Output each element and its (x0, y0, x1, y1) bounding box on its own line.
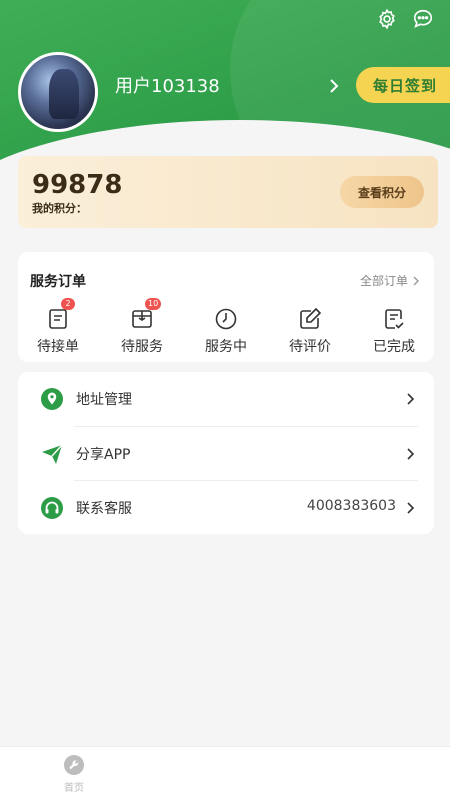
menu-item-customer-service[interactable]: 联系客服 4008383603 (18, 481, 434, 535)
chevron-right-icon[interactable] (328, 78, 340, 94)
view-points-button[interactable]: 查看积分 (340, 176, 424, 208)
menu-item-share-app[interactable]: 分享APP (18, 427, 434, 481)
chevron-right-icon (406, 391, 416, 405)
order-status-completed[interactable]: 已完成 (359, 306, 429, 356)
daily-checkin-button[interactable]: 每日签到 (356, 67, 450, 103)
chevron-right-icon (413, 276, 419, 285)
menu-item-label: 地址管理 (76, 392, 132, 408)
order-status-pending-review[interactable]: 待评价 (275, 306, 345, 356)
menu-item-label: 分享APP (76, 447, 131, 463)
username[interactable]: 用户103138 (115, 72, 220, 98)
avatar[interactable] (18, 52, 98, 132)
headset-icon (40, 496, 64, 520)
order-status-pending-service[interactable]: 10 待服务 (107, 298, 177, 356)
chevron-right-icon (406, 446, 416, 460)
order-status-pending-accept[interactable]: 2 待接单 (23, 298, 93, 356)
tab-home-label: 首页 (64, 783, 84, 794)
menu-item-label: 联系客服 (76, 501, 132, 517)
avatar-figure (49, 69, 79, 119)
menu-item-address[interactable]: 地址管理 (18, 372, 434, 426)
all-orders-link[interactable]: 全部订单 (360, 272, 420, 289)
bottom-tab-bar: 首页 (0, 746, 450, 800)
tab-home[interactable]: 首页 (44, 753, 104, 794)
badge-count: 2 (61, 298, 75, 310)
service-phone-number: 4008383603 (306, 498, 396, 514)
send-icon (40, 442, 64, 466)
points-label: 我的积分： (32, 202, 87, 215)
home-wrench-icon (62, 753, 86, 777)
all-orders-label: 全部订单 (359, 274, 408, 288)
clipboard-icon: 2 (45, 298, 75, 332)
orders-title: 服务订单 (30, 274, 86, 290)
edit-icon (297, 306, 323, 332)
clock-icon (213, 306, 239, 332)
chat-bubble-icon[interactable] (412, 8, 434, 30)
points-value: 99878 (32, 170, 123, 200)
service-orders-card: 服务订单 全部订单 2 待接单 10 待服务 服务中 待评价 已完成 (18, 252, 434, 362)
checklist-icon (381, 306, 407, 332)
location-icon (40, 387, 64, 411)
order-status-in-service[interactable]: 服务中 (191, 306, 261, 356)
order-status-label: 待接单 (37, 339, 79, 355)
order-status-label: 服务中 (205, 339, 247, 355)
order-status-label: 已完成 (373, 339, 415, 355)
points-card: 99878 我的积分： 查看积分 (18, 156, 438, 228)
chevron-right-icon (406, 500, 416, 514)
order-status-label: 待服务 (121, 339, 163, 355)
badge-count: 10 (145, 298, 162, 310)
package-icon: 10 (129, 298, 162, 332)
order-status-label: 待评价 (289, 339, 331, 355)
gear-icon[interactable] (376, 8, 398, 30)
menu-card: 地址管理 分享APP 联系客服 4008383603 (18, 372, 434, 534)
